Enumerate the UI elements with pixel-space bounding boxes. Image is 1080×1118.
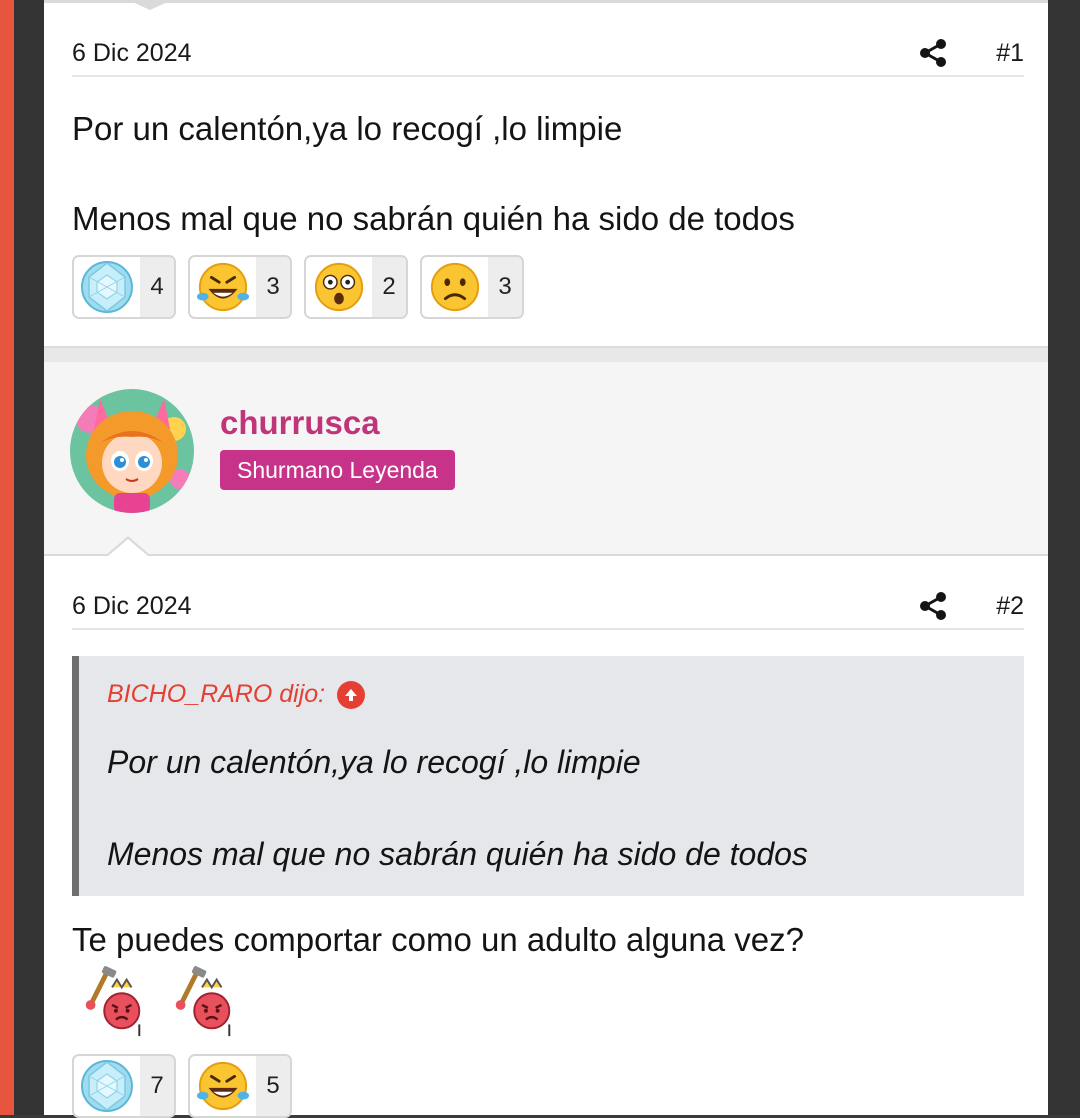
sad-icon bbox=[430, 262, 480, 312]
post-notch bbox=[128, 0, 172, 10]
share-icon[interactable] bbox=[918, 591, 948, 621]
reaction-count: 3 bbox=[256, 257, 290, 317]
reaction-count: 3 bbox=[488, 257, 522, 317]
post-paragraph: Menos mal que no sabrán quién ha sido de… bbox=[72, 200, 795, 237]
post-separator bbox=[44, 346, 1048, 362]
diamond-icon bbox=[81, 261, 133, 313]
reaction-count: 7 bbox=[140, 1056, 174, 1116]
post-meta: 6 Dic 2024 #1 bbox=[72, 25, 1024, 77]
user-info: churrusca Shurmano Leyenda bbox=[44, 362, 1048, 554]
avatar[interactable] bbox=[70, 389, 194, 513]
user-title-badge: Shurmano Leyenda bbox=[220, 450, 455, 490]
arrow-up-icon[interactable] bbox=[337, 680, 366, 709]
share-icon[interactable] bbox=[918, 38, 948, 68]
inline-smileys bbox=[78, 966, 238, 1040]
reaction-count: 4 bbox=[140, 257, 174, 317]
diamond-icon bbox=[81, 1060, 133, 1112]
post-number[interactable]: #1 bbox=[996, 39, 1024, 68]
quote-paragraph: Por un calentón,ya lo recogí ,lo limpie bbox=[107, 744, 641, 780]
post-1: 6 Dic 2024 #1 Por un calentón,ya lo reco… bbox=[44, 0, 1048, 346]
post-date[interactable]: 6 Dic 2024 bbox=[72, 39, 192, 68]
post-paragraph: Te puedes comportar como un adulto algun… bbox=[72, 921, 804, 958]
post-paragraph: Por un calentón,ya lo recogí ,lo limpie bbox=[72, 110, 623, 147]
shocked-icon bbox=[314, 262, 364, 312]
laughing-icon bbox=[196, 1061, 250, 1111]
post-date[interactable]: 6 Dic 2024 bbox=[72, 592, 192, 621]
reaction-count: 2 bbox=[372, 257, 406, 317]
quote-block: BICHO_RARO dijo: Por un calentón,ya lo r… bbox=[72, 656, 1024, 896]
post-meta: 6 Dic 2024 #2 bbox=[72, 578, 1024, 630]
quote-paragraph: Menos mal que no sabrán quién ha sido de… bbox=[107, 836, 808, 872]
reaction-sad[interactable]: 3 bbox=[420, 255, 524, 319]
quote-author[interactable]: BICHO_RARO dijo: bbox=[107, 680, 366, 709]
left-edge-strip bbox=[0, 0, 14, 1115]
post-notch-fill bbox=[108, 539, 148, 556]
reactions-bar: 4 3 2 3 bbox=[72, 255, 524, 319]
username[interactable]: churrusca bbox=[220, 404, 380, 442]
right-gutter bbox=[1048, 0, 1080, 1115]
quote-author-label: BICHO_RARO dijo: bbox=[107, 680, 326, 708]
left-gutter bbox=[14, 0, 44, 1115]
reactions-bar: 7 5 bbox=[72, 1054, 292, 1118]
post-number[interactable]: #2 bbox=[996, 592, 1024, 621]
avatar-image bbox=[70, 389, 194, 513]
reaction-laughing[interactable]: 5 bbox=[188, 1054, 292, 1118]
reaction-laughing[interactable]: 3 bbox=[188, 255, 292, 319]
reaction-shocked[interactable]: 2 bbox=[304, 255, 408, 319]
angry-hammer-icon bbox=[78, 966, 148, 1040]
reaction-diamond[interactable]: 4 bbox=[72, 255, 176, 319]
laughing-icon bbox=[196, 262, 250, 312]
angry-hammer-icon bbox=[168, 966, 238, 1040]
reaction-diamond[interactable]: 7 bbox=[72, 1054, 176, 1118]
reaction-count: 5 bbox=[256, 1056, 290, 1116]
post-2: 6 Dic 2024 #2 BICHO_RARO dijo: Por un ca… bbox=[44, 536, 1048, 1118]
